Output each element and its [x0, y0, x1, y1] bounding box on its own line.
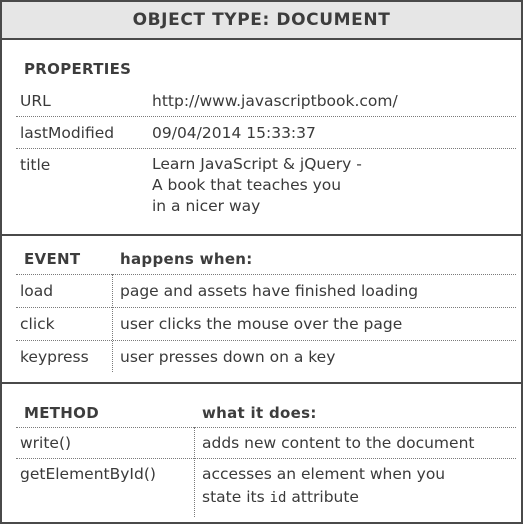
- event-desc-click: user clicks the mouse over the page: [120, 315, 403, 333]
- event-subheading: happens when:: [120, 250, 253, 268]
- row-divider: [16, 116, 516, 117]
- method-desc-getelementbyid-line1: accesses an element when you: [202, 465, 446, 483]
- event-name-keypress: keypress: [20, 348, 89, 366]
- event-name-click: click: [20, 315, 55, 333]
- method-desc-getelementbyid-line2: state its id attribute: [202, 488, 359, 506]
- method-name-write: write(): [20, 434, 72, 452]
- row-divider: [16, 427, 516, 428]
- property-value-lastmodified: 09/04/2014 15:33:37: [152, 124, 316, 142]
- row-divider: [16, 148, 516, 149]
- method-name-getelementbyid: getElementById(): [20, 465, 156, 483]
- events-section: EVENT happens when: load page and assets…: [2, 236, 521, 382]
- column-divider: [194, 427, 195, 517]
- method-subheading: what it does:: [202, 404, 317, 422]
- properties-heading: PROPERTIES: [24, 60, 132, 78]
- title-value-line: Learn JavaScript & jQuery -: [152, 155, 362, 173]
- property-value-title: Learn JavaScript & jQuery - A book that …: [152, 154, 452, 217]
- column-divider: [112, 274, 113, 372]
- row-divider: [16, 340, 516, 341]
- title-value-line: A book that teaches you: [152, 176, 342, 194]
- properties-section: PROPERTIES URL http://www.javascriptbook…: [2, 40, 521, 234]
- code-keyword: id: [269, 490, 287, 506]
- method-desc-write: adds new content to the document: [202, 434, 475, 452]
- title-value-line: in a nicer way: [152, 197, 261, 215]
- methods-section: METHOD what it does: write() adds new co…: [2, 384, 521, 522]
- event-desc-load: page and assets have finished loading: [120, 282, 419, 300]
- row-divider: [16, 307, 516, 308]
- property-name-lastmodified: lastModified: [20, 124, 115, 142]
- event-name-load: load: [20, 282, 54, 300]
- card-title: OBJECT TYPE: DOCUMENT: [2, 2, 521, 40]
- method-desc-line2-text: state its id attribute: [202, 488, 359, 506]
- property-name-url: URL: [20, 92, 51, 110]
- document-object-reference-card: OBJECT TYPE: DOCUMENT PROPERTIES URL htt…: [0, 0, 523, 524]
- property-value-url: http://www.javascriptbook.com/: [152, 92, 398, 110]
- event-heading: EVENT: [24, 250, 81, 268]
- event-desc-keypress: user presses down on a key: [120, 348, 336, 366]
- row-divider: [16, 274, 516, 275]
- method-heading: METHOD: [24, 404, 99, 422]
- property-name-title: title: [20, 156, 51, 174]
- row-divider: [16, 458, 516, 459]
